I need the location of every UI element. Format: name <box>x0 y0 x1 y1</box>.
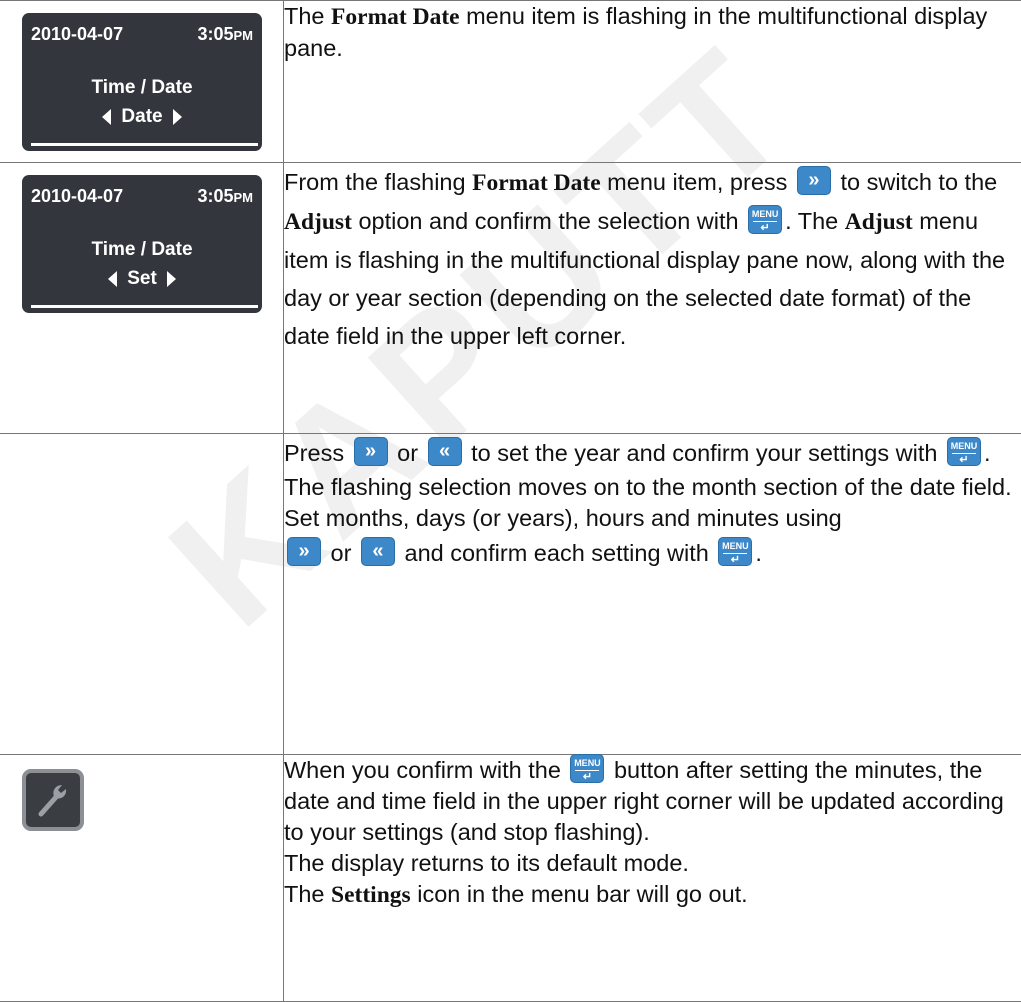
text-segment: . <box>984 440 991 466</box>
triangle-right-icon <box>167 271 176 287</box>
forward-glyph: » <box>365 440 376 462</box>
step-row: 2010-04-07 3:05PM Time / Date Date The F… <box>0 1 1021 163</box>
lcd-menu-item: Date <box>121 106 162 127</box>
text-segment: From the flashing <box>284 169 472 195</box>
menu-item-name: Adjust <box>284 209 352 235</box>
step-text-cell: When you confirm with the MENU↵ button a… <box>284 755 1021 1002</box>
back-button-icon: « <box>428 437 462 466</box>
lcd-ampm: PM <box>234 28 254 43</box>
step-text: The Format Date menu item is flashing in… <box>284 1 1021 64</box>
lcd-time: 3:05 <box>197 24 233 44</box>
lcd-display: 2010-04-07 3:05PM Time / Date Date <box>22 13 262 151</box>
text-segment: Press <box>284 440 351 466</box>
lcd-time: 3:05 <box>197 186 233 206</box>
menu-enter-button-icon: MENU ↵ <box>570 754 604 783</box>
menu-item-name: Adjust <box>845 209 913 235</box>
menu-label: MENU <box>948 442 980 451</box>
step-row: Press » or « to set the year and confirm… <box>0 434 1021 755</box>
forward-button-icon: » <box>354 437 388 466</box>
wrench-icon <box>22 769 84 831</box>
lcd-display: 2010-04-07 3:05PM Time / Date Set <box>22 175 262 313</box>
step-row: When you confirm with the MENU↵ button a… <box>0 755 1021 1002</box>
wrench-glyph <box>33 780 73 820</box>
step-text-cell: Press » or « to set the year and confirm… <box>284 434 1021 755</box>
menu-label: MENU <box>749 210 781 219</box>
text-segment: option and confirm the selection with <box>352 208 745 234</box>
text-segment: or <box>324 540 358 566</box>
step-text: » or « and confirm each setting with MEN… <box>284 534 1021 572</box>
menu-item-name: Format Date <box>331 4 460 30</box>
back-glyph: « <box>439 440 450 462</box>
enter-glyph: ↵ <box>571 772 603 783</box>
forward-button-icon: » <box>287 537 321 566</box>
lcd-menu-item-row: Set <box>22 268 262 290</box>
forward-button-icon: » <box>797 166 831 195</box>
lcd-date: 2010-04-07 <box>31 24 123 45</box>
triangle-left-icon <box>102 109 111 125</box>
text-segment: or <box>391 440 425 466</box>
step-text-cell: From the flashing Format Date menu item,… <box>284 163 1021 434</box>
lcd-menu-item-row: Date <box>22 106 262 128</box>
menu-label: MENU <box>719 542 751 551</box>
text-segment: to set the year and confirm your setting… <box>465 440 944 466</box>
triangle-right-icon <box>173 109 182 125</box>
menu-item-name: Format Date <box>472 170 601 196</box>
enter-glyph: ↵ <box>749 223 781 234</box>
instruction-table: 2010-04-07 3:05PM Time / Date Date The F… <box>0 0 1021 1002</box>
step-text: When you confirm with the MENU↵ button a… <box>284 755 1021 848</box>
forward-glyph: » <box>298 540 309 562</box>
text-segment: . <box>755 540 762 566</box>
step-text: Set months, days (or years), hours and m… <box>284 503 1021 534</box>
back-glyph: « <box>372 540 383 562</box>
text-segment: When you confirm with the <box>284 757 567 783</box>
step-text: The flashing selection moves on to the m… <box>284 472 1021 503</box>
lcd-datetime: 2010-04-07 3:05PM <box>31 186 253 207</box>
menu-enter-button-icon: MENU ↵ <box>947 437 981 466</box>
step-illustration-cell: 2010-04-07 3:05PM Time / Date Set <box>0 163 284 434</box>
step-illustration-cell <box>0 755 284 1002</box>
step-text: Press » or « to set the year and confirm… <box>284 434 1021 472</box>
text-segment: The <box>284 3 331 29</box>
lcd-menu-item: Set <box>127 268 157 289</box>
step-illustration-cell: 2010-04-07 3:05PM Time / Date Date <box>0 1 284 163</box>
text-segment: icon in the menu bar will go out. <box>411 881 748 907</box>
step-text: From the flashing Format Date menu item,… <box>284 163 1021 355</box>
lcd-time-group: 3:05PM <box>197 186 253 207</box>
forward-glyph: » <box>808 169 819 191</box>
text-segment: . The <box>785 208 845 234</box>
menu-enter-button-icon: MENU ↵ <box>718 537 752 566</box>
step-text: The Settings icon in the menu bar will g… <box>284 879 1021 911</box>
lcd-progress-bar <box>31 143 258 146</box>
step-text-cell: The Format Date menu item is flashing in… <box>284 1 1021 163</box>
lcd-menu-title: Time / Date <box>22 239 262 261</box>
text-segment: The <box>284 881 331 907</box>
menu-label: MENU <box>571 759 603 768</box>
step-row: 2010-04-07 3:05PM Time / Date Set From t… <box>0 163 1021 434</box>
step-text: The display returns to its default mode. <box>284 848 1021 879</box>
lcd-date: 2010-04-07 <box>31 186 123 207</box>
step-illustration-cell <box>0 434 284 755</box>
lcd-time-group: 3:05PM <box>197 24 253 45</box>
lcd-ampm: PM <box>234 190 254 205</box>
text-segment: and confirm each setting with <box>398 540 715 566</box>
back-button-icon: « <box>361 537 395 566</box>
enter-glyph: ↵ <box>719 555 751 566</box>
text-segment: to switch to the <box>834 169 997 195</box>
enter-glyph: ↵ <box>948 455 980 466</box>
lcd-progress-bar <box>31 305 258 308</box>
menu-enter-button-icon: MENU ↵ <box>748 205 782 234</box>
lcd-datetime: 2010-04-07 3:05PM <box>31 24 253 45</box>
lcd-menu-title: Time / Date <box>22 77 262 99</box>
menu-item-name: Settings <box>331 882 411 908</box>
text-segment: menu item, press <box>601 169 794 195</box>
triangle-left-icon <box>108 271 117 287</box>
